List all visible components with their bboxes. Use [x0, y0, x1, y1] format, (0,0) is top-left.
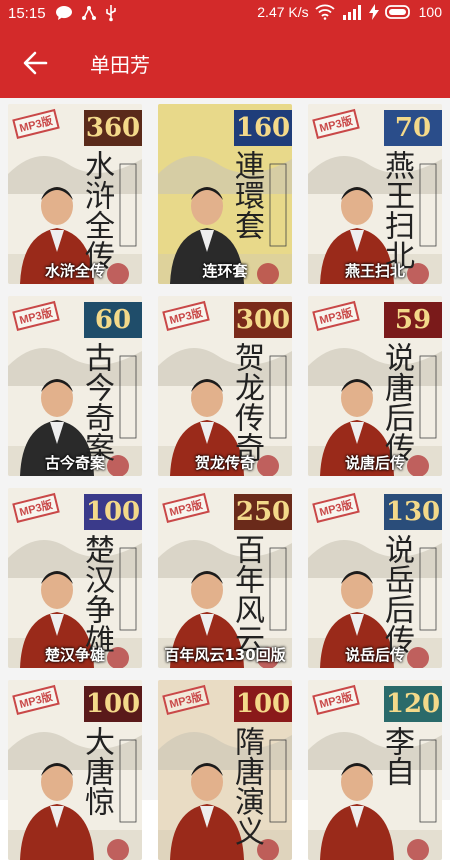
battery-level: 100 — [418, 4, 442, 20]
cover-title: 说唐后传 — [379, 342, 414, 462]
cover-title: 李自 — [379, 726, 414, 786]
status-time: 15:15 — [8, 5, 46, 22]
arrow-left-icon[interactable] — [22, 50, 48, 76]
cover-title: 隋唐演义 — [229, 726, 264, 846]
system-icons: 2.47 K/s 100 — [257, 4, 442, 20]
episode-count-badge: 70 — [384, 110, 442, 146]
episode-count-badge: 59 — [384, 302, 442, 338]
album-caption: 贺龙传奇 — [194, 454, 255, 472]
episode-count-badge: 130 — [384, 494, 442, 530]
album-caption: 水浒全传 — [44, 262, 105, 280]
album-card[interactable]: 250 MP3版 百年风云 百年风云130回版 — [158, 488, 292, 668]
episode-count-badge: 300 — [234, 302, 292, 338]
cover-title: 大唐惊 — [79, 726, 114, 816]
album-caption: 连环套 — [202, 262, 248, 280]
album-card[interactable]: 300 MP3版 贺龙传奇 贺龙传奇 — [158, 296, 292, 476]
status-bar: 15:15 2.47 K/s 100 — [0, 0, 450, 28]
cover-title: 古今奇案 — [79, 342, 114, 462]
page-title: 单田芳 — [90, 53, 150, 77]
album-card[interactable]: 360 MP3版 水浒全传 水浒全传 — [8, 104, 142, 284]
album-card[interactable]: 100 MP3版 楚汉争雄 楚汉争雄 — [8, 488, 142, 668]
album-card[interactable]: 59 MP3版 说唐后传 说唐后传 — [308, 296, 442, 476]
album-card[interactable]: 60 MP3版 古今奇案 古今奇案 — [8, 296, 142, 476]
album-grid[interactable]: 360 MP3版 水浒全传 水浒全传 160 連環套连环套 70 MP3版 燕王扫北 燕王扫北 60… — [0, 98, 450, 860]
network-speed: 2.47 K/s — [257, 4, 309, 20]
share-icon — [82, 6, 96, 20]
bolt-icon — [368, 4, 379, 20]
album-card[interactable]: 100 MP3版 大唐惊 — [8, 680, 142, 860]
episode-count-badge: 160 — [234, 110, 292, 146]
cover-title: 水浒全传 — [79, 150, 114, 270]
album-card[interactable]: 120 MP3版 李自 — [308, 680, 442, 860]
album-card[interactable]: 160 連環套连环套 — [158, 104, 292, 284]
usb-icon — [106, 5, 116, 22]
cover-title: 楚汉争雄 — [79, 534, 114, 654]
album-caption: 说唐后传 — [344, 454, 405, 472]
album-caption: 说岳后传 — [344, 646, 405, 664]
episode-count-badge: 250 — [234, 494, 292, 530]
cover-title: 百年风云 — [229, 534, 264, 654]
cover-title: 说岳后传 — [379, 534, 414, 654]
episode-count-badge: 100 — [84, 494, 142, 530]
album-caption: 燕王扫北 — [344, 262, 405, 280]
cover-title: 燕王扫北 — [379, 150, 414, 270]
album-card[interactable]: 130 MP3版 说岳后传 说岳后传 — [308, 488, 442, 668]
album-caption: 古今奇案 — [44, 454, 105, 472]
episode-count-badge: 60 — [84, 302, 142, 338]
signal-icon — [342, 5, 361, 20]
notification-icons — [55, 4, 117, 22]
app-bar: 单田芳 — [0, 28, 450, 98]
album-card[interactable]: 100 MP3版 隋唐演义 — [158, 680, 292, 860]
episode-count-badge: 120 — [384, 686, 442, 722]
wifi-icon — [315, 4, 335, 20]
cover-title: 連環套 — [229, 150, 264, 240]
album-card[interactable]: 70 MP3版 燕王扫北 燕王扫北 — [308, 104, 442, 284]
chat-bubble-icon — [56, 6, 72, 20]
battery-icon — [384, 5, 410, 19]
episode-count-badge: 360 — [84, 110, 142, 146]
album-caption: 百年风云130回版 — [164, 646, 286, 664]
album-caption: 楚汉争雄 — [44, 646, 105, 664]
episode-count-badge: 100 — [234, 686, 292, 722]
cover-title: 贺龙传奇 — [229, 342, 264, 462]
episode-count-badge: 100 — [84, 686, 142, 722]
